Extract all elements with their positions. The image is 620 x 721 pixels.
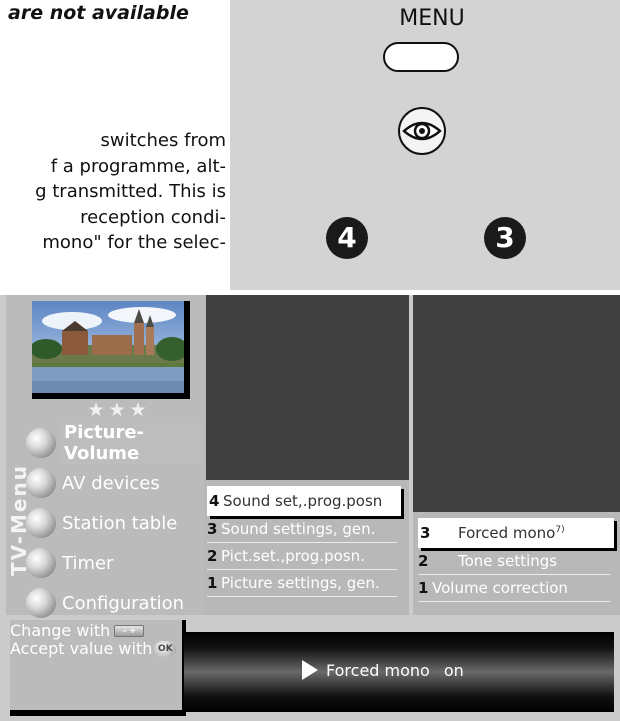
submenu-item-label: Forced mono7): [434, 524, 565, 542]
submenu-item-number: 3: [420, 524, 431, 542]
submenu-item-label: Tone settings: [458, 552, 558, 570]
menu-button-label: MENU: [399, 6, 465, 31]
play-arrow-icon: [302, 660, 318, 680]
help-change-line: Change with – +: [10, 622, 182, 640]
submenu-item-forced-mono[interactable]: 3 Forced mono7): [418, 518, 614, 548]
main-menu-item-av-devices[interactable]: AV devices: [26, 463, 204, 503]
menu-ball-icon: [26, 428, 56, 458]
submenu-item-label-text: Forced mono: [458, 524, 556, 542]
submenu-item-sound-settings-gen[interactable]: 3 Sound settings, gen.: [207, 516, 397, 543]
manual-line: mono" for the selec-: [42, 232, 226, 253]
manual-body-text: switches from f a programme, alt- g tran…: [0, 128, 226, 256]
help-change-text: Change with: [10, 621, 111, 640]
main-menu-item-label: AV devices: [62, 472, 160, 494]
submenu-panel-picture-volume: 4 Sound set,.prog.posn 3 Sound settings,…: [204, 295, 409, 615]
step-badge-4: 4: [326, 217, 368, 259]
manual-line: g transmitted. This is: [35, 181, 226, 202]
main-menu-item-timer[interactable]: Timer: [26, 543, 204, 583]
submenu-item-label: Sound settings, gen.: [221, 520, 376, 538]
main-menu-item-configuration[interactable]: Configuration: [26, 583, 204, 623]
eye-icon[interactable]: [396, 106, 448, 156]
menu-ball-icon: [26, 468, 56, 498]
video-preview-area: [206, 295, 409, 480]
main-menu-item-label: Timer: [62, 552, 114, 574]
main-menu-item-station-table[interactable]: Station table: [26, 503, 204, 543]
video-preview-area: [413, 295, 620, 512]
footnote-marker: 7): [555, 525, 565, 535]
help-accept-text: Accept value with: [10, 639, 153, 658]
status-bar: Forced mono on: [184, 632, 614, 712]
submenu-item-picture-settings-gen[interactable]: 1 Picture settings, gen.: [207, 570, 397, 597]
submenu-item-tone-settings[interactable]: 2 Tone settings: [418, 548, 610, 575]
submenu-item-number: 3: [207, 520, 218, 538]
menu-button[interactable]: [383, 42, 459, 72]
submenu-item-volume-correction[interactable]: 1 Volume correction: [418, 575, 610, 602]
status-value[interactable]: on: [444, 661, 464, 680]
preview-thumbnail: [32, 301, 190, 399]
submenu-item-number: 4: [209, 492, 220, 510]
submenu-item-number: 1: [207, 574, 218, 592]
submenu-item-label: Volume correction: [432, 579, 568, 597]
main-menu-item-picture-volume[interactable]: Picture-Volume: [26, 422, 204, 464]
status-label: Forced mono: [326, 660, 430, 680]
manual-heading: are not available: [8, 2, 189, 24]
manual-line: f a programme, alt-: [50, 155, 226, 177]
main-menu-item-label: Station table: [62, 512, 178, 534]
help-box: Change with – + Accept value with OK: [10, 620, 182, 710]
help-box-shadow: [10, 710, 186, 716]
preview-image: [32, 301, 184, 393]
main-menu-list: Picture-Volume AV devices Station table …: [26, 422, 204, 623]
main-menu-item-label: Configuration: [62, 592, 185, 614]
minus-plus-key-icon: – +: [114, 625, 145, 637]
submenu-list: 4 Sound set,.prog.posn 3 Sound settings,…: [204, 486, 409, 597]
submenu-item-label: Pict.set.,prog.posn.: [221, 547, 365, 565]
submenu-item-label: Picture settings, gen.: [221, 574, 380, 592]
menu-ball-icon: [26, 588, 56, 618]
manual-line: switches from: [100, 130, 226, 151]
submenu-item-number: 1: [418, 579, 429, 597]
manual-line: reception condi-: [80, 206, 226, 228]
tv-osd: ★★★ TV-Menu Picture-Volume AV devices St…: [0, 295, 620, 721]
submenu-panel-sound-settings: 3 Forced mono7) 2 Tone settings 1 Volume…: [413, 295, 620, 615]
submenu-list: 3 Forced mono7) 2 Tone settings 1 Volume…: [413, 518, 620, 602]
rating-stars: ★★★: [87, 399, 151, 421]
status-content: Forced mono on: [302, 660, 464, 680]
submenu-item-sound-set-prog-posn[interactable]: 4 Sound set,.prog.posn: [207, 486, 401, 516]
tv-menu-sidebar: ★★★ TV-Menu Picture-Volume AV devices St…: [6, 295, 204, 618]
submenu-item-number: 2: [207, 547, 218, 565]
submenu-item-pict-set-prog-posn[interactable]: 2 Pict.set.,prog.posn.: [207, 543, 397, 570]
help-accept-line: Accept value with OK: [10, 640, 182, 658]
submenu-item-label: Sound set,.prog.posn: [223, 492, 383, 510]
main-menu-item-label: Picture-Volume: [62, 422, 204, 464]
submenu-item-number: 2: [418, 552, 429, 570]
ok-key-icon: OK: [154, 641, 177, 657]
menu-ball-icon: [26, 548, 56, 578]
remote-control-panel: MENU 4 3: [230, 0, 620, 290]
menu-ball-icon: [26, 508, 56, 538]
step-badge-3: 3: [484, 217, 526, 259]
